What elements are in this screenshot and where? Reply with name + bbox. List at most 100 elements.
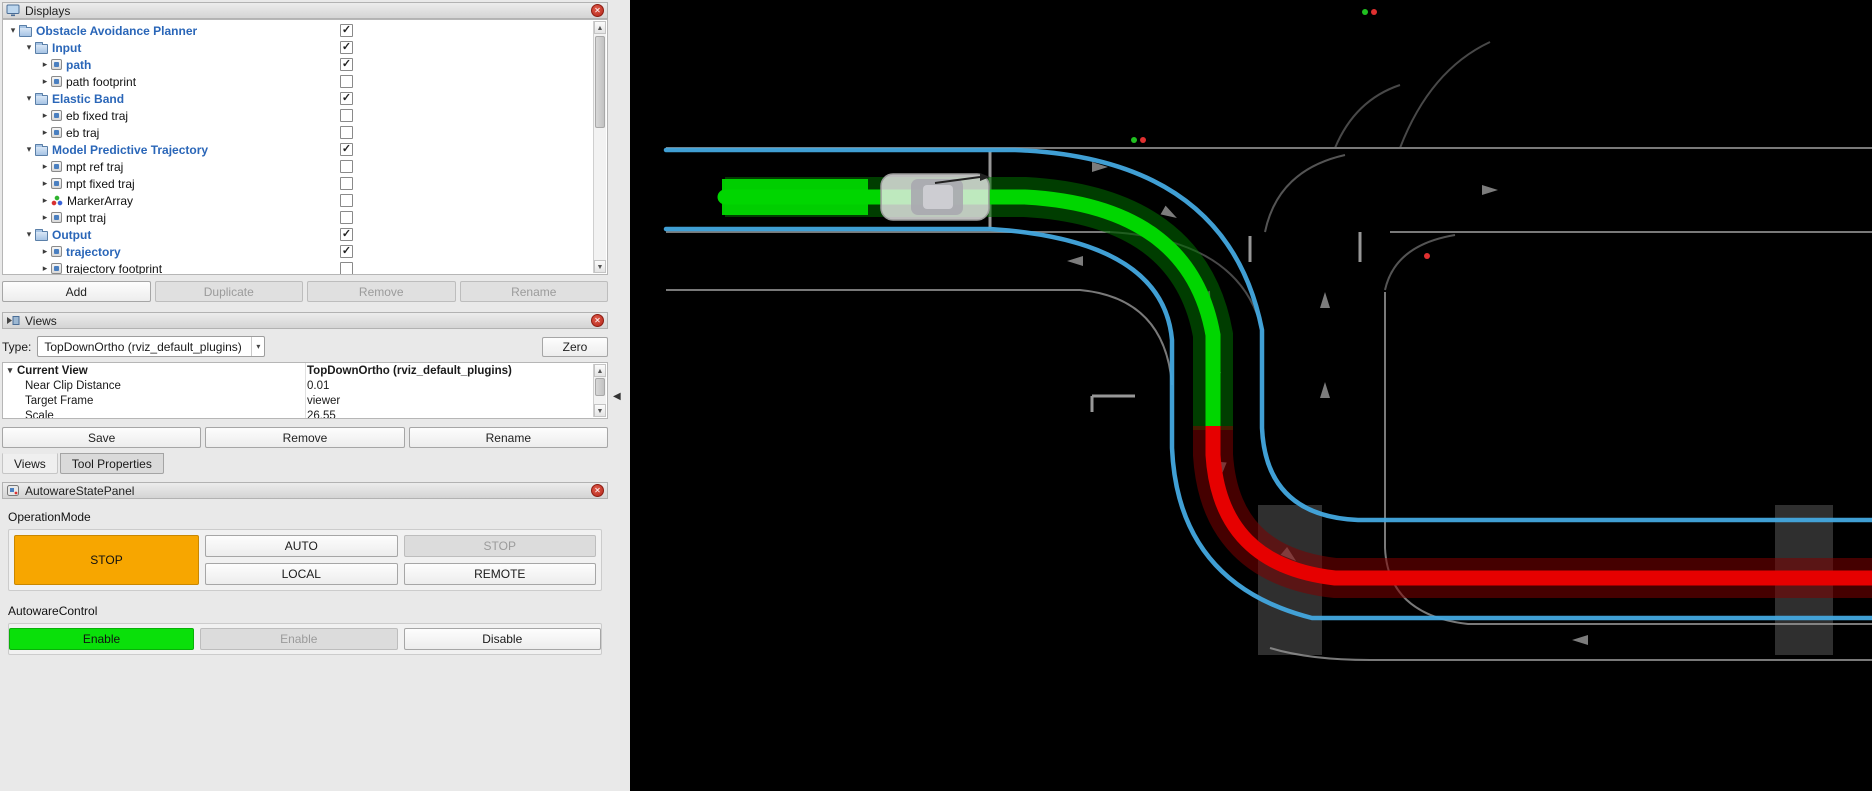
3d-viewport[interactable] (630, 0, 1872, 791)
displays-add-button[interactable]: Add (2, 281, 151, 302)
tree-row[interactable]: ▾ Elastic Band ✓ (3, 90, 607, 107)
tree-row[interactable]: ▸ eb traj (3, 124, 607, 141)
expander-expanded-icon[interactable]: ▾ (23, 42, 35, 53)
chevron-down-icon[interactable]: ▾ (251, 337, 260, 356)
display-name[interactable]: mpt traj (66, 211, 106, 225)
close-icon[interactable]: ✕ (591, 4, 604, 17)
expander-collapsed-icon[interactable]: ▸ (39, 59, 51, 70)
scroll-up-icon[interactable]: ▲ (594, 364, 606, 377)
expander-collapsed-icon[interactable]: ▸ (39, 263, 51, 274)
display-checkbox[interactable] (340, 109, 353, 122)
close-icon[interactable]: ✕ (591, 314, 604, 327)
zero-button[interactable]: Zero (542, 337, 608, 357)
property-value[interactable]: 0.01 (303, 380, 329, 392)
display-checkbox[interactable] (340, 177, 353, 190)
control-enable-indicator[interactable]: Enable (9, 628, 194, 650)
local-button[interactable]: LOCAL (205, 563, 398, 585)
expander-expanded-icon[interactable]: ▾ (7, 25, 19, 36)
scroll-up-icon[interactable]: ▲ (594, 21, 606, 34)
tree-row[interactable]: ▸ mpt ref traj (3, 158, 607, 175)
displays-panel-titlebar[interactable]: Displays ✕ (2, 2, 608, 19)
tab-tool-properties[interactable]: Tool Properties (60, 453, 164, 474)
display-name[interactable]: path (66, 58, 91, 72)
tree-row[interactable]: ▸ trajectory footprint (3, 260, 607, 275)
tree-row[interactable]: ▸ path ✓ (3, 56, 607, 73)
tree-row[interactable]: ▸ mpt traj (3, 209, 607, 226)
display-checkbox[interactable]: ✓ (340, 228, 353, 241)
display-checkbox[interactable] (340, 211, 353, 224)
expander-collapsed-icon[interactable]: ▸ (39, 212, 51, 223)
display-checkbox[interactable]: ✓ (340, 92, 353, 105)
scroll-down-icon[interactable]: ▼ (594, 260, 606, 273)
tree-row[interactable]: ▾ Output ✓ (3, 226, 607, 243)
operation-mode-stop-indicator[interactable]: STOP (14, 535, 199, 585)
expander-collapsed-icon[interactable]: ▸ (39, 161, 51, 172)
expander-expanded-icon[interactable]: ▾ (3, 365, 17, 376)
display-checkbox[interactable]: ✓ (340, 58, 353, 71)
display-name[interactable]: eb fixed traj (66, 109, 128, 123)
views-remove-button[interactable]: Remove (205, 427, 404, 448)
panel-collapse-arrow-icon[interactable]: ◀ (613, 391, 621, 402)
display-name[interactable]: Input (52, 41, 81, 55)
view-table-scrollbar[interactable]: ▲ ▼ (593, 364, 606, 417)
disable-button[interactable]: Disable (404, 628, 602, 650)
expander-collapsed-icon[interactable]: ▸ (39, 76, 51, 87)
display-name[interactable]: trajectory (66, 245, 121, 259)
display-name[interactable]: Output (52, 228, 91, 242)
current-view-table[interactable]: ▾Current ViewTopDownOrtho (rviz_default_… (2, 362, 608, 419)
display-checkbox[interactable]: ✓ (340, 41, 353, 54)
display-name[interactable]: eb traj (66, 126, 99, 140)
display-name[interactable]: MarkerArray (67, 194, 133, 208)
tab-views[interactable]: Views (2, 453, 58, 474)
views-save-button[interactable]: Save (2, 427, 201, 448)
close-icon[interactable]: ✕ (591, 484, 604, 497)
display-checkbox[interactable] (340, 75, 353, 88)
view-type-label: Type: (2, 340, 31, 354)
tree-row[interactable]: ▾ Obstacle Avoidance Planner ✓ (3, 22, 607, 39)
display-checkbox[interactable]: ✓ (340, 143, 353, 156)
display-checkbox[interactable] (340, 126, 353, 139)
tree-row[interactable]: ▾ Model Predictive Trajectory ✓ (3, 141, 607, 158)
display-name[interactable]: Model Predictive Trajectory (52, 143, 208, 157)
display-checkbox[interactable]: ✓ (340, 24, 353, 37)
display-name[interactable]: path footprint (66, 75, 136, 89)
expander-collapsed-icon[interactable]: ▸ (39, 178, 51, 189)
expander-collapsed-icon[interactable]: ▸ (39, 195, 51, 206)
tree-row[interactable]: ▸ MarkerArray (3, 192, 607, 209)
scroll-down-icon[interactable]: ▼ (594, 404, 606, 417)
views-panel-titlebar[interactable]: Views ✕ (2, 312, 608, 329)
display-checkbox[interactable] (340, 160, 353, 173)
display-name[interactable]: mpt fixed traj (66, 177, 135, 191)
display-name[interactable]: trajectory footprint (66, 262, 162, 276)
expander-collapsed-icon[interactable]: ▸ (39, 246, 51, 257)
display-checkbox[interactable] (340, 262, 353, 275)
display-icon (51, 246, 62, 257)
views-rename-button[interactable]: Rename (409, 427, 608, 448)
display-name[interactable]: Elastic Band (52, 92, 124, 106)
property-value[interactable]: viewer (303, 395, 340, 407)
remote-button[interactable]: REMOTE (404, 563, 597, 585)
view-type-combobox[interactable]: TopDownOrtho (rviz_default_plugins) ▾ (37, 336, 265, 357)
tree-row[interactable]: ▸ mpt fixed traj (3, 175, 607, 192)
auto-button[interactable]: AUTO (205, 535, 398, 557)
tree-row[interactable]: ▸ trajectory ✓ (3, 243, 607, 260)
expander-expanded-icon[interactable]: ▾ (23, 93, 35, 104)
display-checkbox[interactable]: ✓ (340, 245, 353, 258)
display-checkbox[interactable] (340, 194, 353, 207)
autoware-state-panel-titlebar[interactable]: AutowareStatePanel ✕ (2, 482, 608, 499)
tree-row[interactable]: ▸ eb fixed traj (3, 107, 607, 124)
expander-expanded-icon[interactable]: ▾ (23, 144, 35, 155)
property-value[interactable]: 26.55 (303, 410, 336, 420)
scrollbar-handle[interactable] (595, 36, 605, 128)
tree-row[interactable]: ▸ path footprint (3, 73, 607, 90)
expander-expanded-icon[interactable]: ▾ (23, 229, 35, 240)
display-name[interactable]: mpt ref traj (66, 160, 123, 174)
scrollbar-handle[interactable] (595, 378, 605, 396)
expander-collapsed-icon[interactable]: ▸ (39, 110, 51, 121)
property-value[interactable]: TopDownOrtho (rviz_default_plugins) (303, 365, 512, 377)
displays-tree-scrollbar[interactable]: ▲ ▼ (593, 21, 606, 273)
displays-tree[interactable]: ▾Obstacle Avoidance Planner✓▾Input✓▸path… (2, 19, 608, 275)
display-name[interactable]: Obstacle Avoidance Planner (36, 24, 197, 38)
expander-collapsed-icon[interactable]: ▸ (39, 127, 51, 138)
tree-row[interactable]: ▾ Input ✓ (3, 39, 607, 56)
